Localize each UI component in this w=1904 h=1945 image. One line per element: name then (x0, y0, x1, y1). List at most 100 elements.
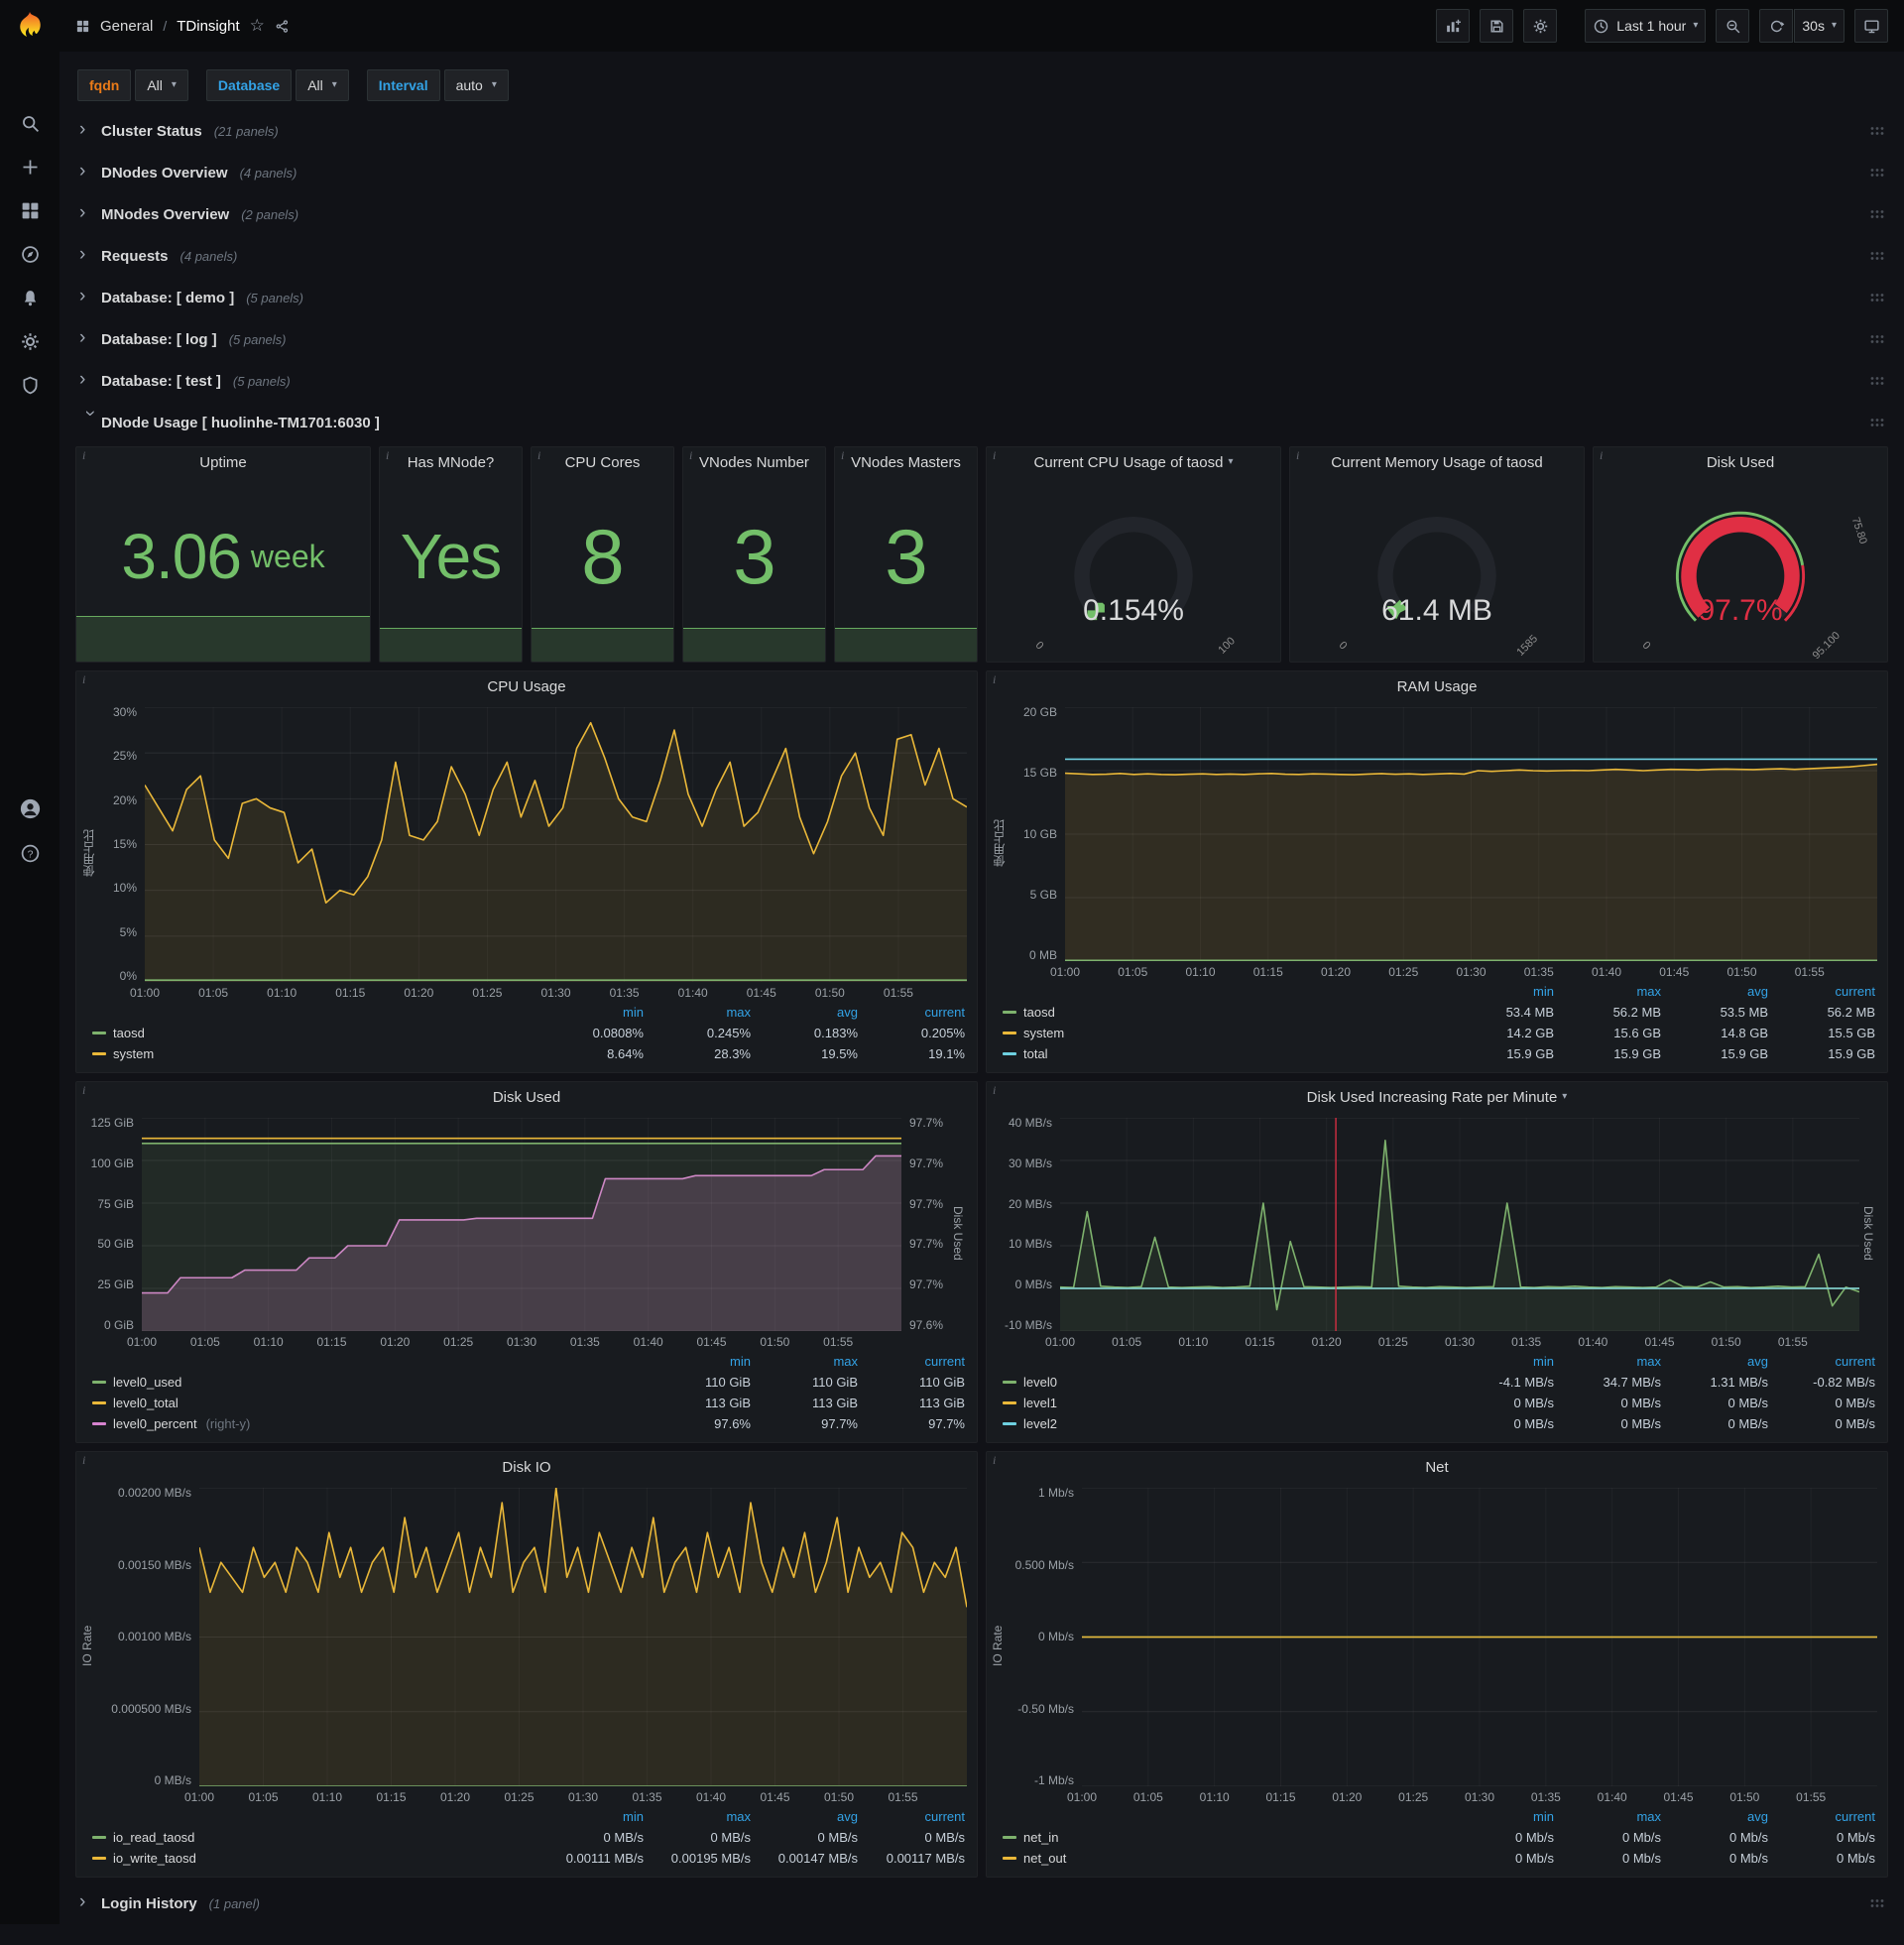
dashboard-settings-button[interactable] (1523, 9, 1558, 43)
drag-handle-icon[interactable] (1870, 168, 1884, 178)
panel-info-icon[interactable]: i (993, 1083, 996, 1098)
explore-compass-icon[interactable] (0, 234, 60, 274)
row-header-database-demo[interactable]: › Database: [ demo ] (5 panels) (75, 280, 1888, 315)
legend-series-level2[interactable]: level2 (1003, 1416, 1447, 1431)
row-header-cluster-status[interactable]: › Cluster Status (21 panels) (75, 113, 1888, 149)
legend-column-avg[interactable]: avg (1661, 1354, 1768, 1369)
row-header-login-history[interactable]: › Login History (1 panel) (75, 1885, 1888, 1921)
legend-series-level0-used[interactable]: level0_used (92, 1375, 644, 1390)
legend-series-level1[interactable]: level1 (1003, 1396, 1447, 1410)
legend-column-max[interactable]: max (644, 1809, 751, 1824)
legend-series-taosd[interactable]: taosd (92, 1026, 536, 1040)
legend-column-min[interactable]: min (1447, 1809, 1554, 1824)
legend-column-current[interactable]: current (858, 1005, 965, 1020)
legend-series-level0[interactable]: level0 (1003, 1375, 1447, 1390)
legend-column-max[interactable]: max (751, 1354, 858, 1369)
refresh-button[interactable] (1759, 9, 1794, 43)
panel-title[interactable]: CPU Cores (532, 447, 673, 477)
variable-value-fqdn[interactable]: All ▾ (135, 69, 188, 101)
legend-column-current[interactable]: current (1768, 1354, 1875, 1369)
row-header-mnodes-overview[interactable]: › MNodes Overview (2 panels) (75, 196, 1888, 232)
panel-info-icon[interactable]: i (386, 448, 389, 463)
drag-handle-icon[interactable] (1870, 293, 1884, 303)
legend-column-current[interactable]: current (1768, 984, 1875, 999)
user-avatar[interactable] (0, 789, 60, 828)
alerting-bell-icon[interactable] (0, 278, 60, 317)
panel-title[interactable]: Uptime (76, 447, 370, 477)
row-header-requests[interactable]: › Requests (4 panels) (75, 238, 1888, 274)
drag-handle-icon[interactable] (1870, 1898, 1884, 1908)
chart-plot[interactable] (142, 1118, 901, 1331)
row-header-database-test[interactable]: › Database: [ test ] (5 panels) (75, 363, 1888, 399)
cycle-view-mode-button[interactable] (1854, 9, 1888, 43)
chart-plot[interactable] (1060, 1118, 1859, 1331)
legend-column-min[interactable]: min (536, 1809, 644, 1824)
panel-title[interactable]: Disk Used Increasing Rate per Minute ▾ (987, 1082, 1887, 1112)
help-icon[interactable]: ? (0, 833, 60, 873)
panel-info-icon[interactable]: i (993, 672, 996, 687)
server-admin-shield-icon[interactable] (0, 365, 60, 405)
panel-title[interactable]: Has MNode? (380, 447, 522, 477)
save-dashboard-button[interactable] (1480, 9, 1514, 43)
refresh-interval-picker[interactable]: 30s ▾ (1794, 9, 1844, 43)
panel-info-icon[interactable]: i (993, 1453, 996, 1468)
legend-column-current[interactable]: current (1768, 1809, 1875, 1824)
configuration-gear-icon[interactable] (0, 321, 60, 361)
panel-title[interactable]: Net (987, 1452, 1887, 1482)
create-plus-icon[interactable] (0, 147, 60, 186)
panel-info-icon[interactable]: i (82, 1453, 85, 1468)
panel-info-icon[interactable]: i (82, 1083, 85, 1098)
legend-column-max[interactable]: max (1554, 1354, 1661, 1369)
row-header-dnodes-overview[interactable]: › DNodes Overview (4 panels) (75, 155, 1888, 190)
legend-column-min[interactable]: min (1447, 984, 1554, 999)
time-range-picker[interactable]: Last 1 hour ▾ (1585, 9, 1707, 43)
breadcrumb-folder[interactable]: General (100, 18, 153, 35)
panel-info-icon[interactable]: i (1600, 448, 1603, 463)
legend-column-avg[interactable]: avg (1661, 984, 1768, 999)
legend-column-min[interactable]: min (1447, 1354, 1554, 1369)
panel-title[interactable]: Disk IO (76, 1452, 977, 1482)
legend-series-system[interactable]: system (1003, 1026, 1447, 1040)
chart-plot[interactable] (1065, 707, 1877, 961)
legend-series-net-out[interactable]: net_out (1003, 1851, 1447, 1866)
panel-title[interactable]: CPU Usage (76, 671, 977, 701)
panel-info-icon[interactable]: i (1296, 448, 1299, 463)
legend-column-max[interactable]: max (644, 1005, 751, 1020)
legend-series-total[interactable]: total (1003, 1046, 1447, 1061)
panel-info-icon[interactable]: i (689, 448, 692, 463)
dashboards-icon[interactable] (0, 190, 60, 230)
legend-column-min[interactable]: min (536, 1005, 644, 1020)
panel-title[interactable]: RAM Usage (987, 671, 1887, 701)
star-icon[interactable]: ☆ (250, 16, 265, 36)
drag-handle-icon[interactable] (1870, 418, 1884, 427)
legend-column-current[interactable]: current (858, 1354, 965, 1369)
share-icon[interactable] (275, 19, 290, 34)
legend-series-system[interactable]: system (92, 1046, 536, 1061)
variable-value-database[interactable]: All ▾ (296, 69, 349, 101)
drag-handle-icon[interactable] (1870, 334, 1884, 344)
dashboard-title[interactable]: TDinsight (177, 18, 239, 35)
panel-info-icon[interactable]: i (537, 448, 540, 463)
panel-title[interactable]: Disk Used (1594, 447, 1887, 477)
chart-plot[interactable] (1082, 1488, 1877, 1786)
legend-series-level0-percent[interactable]: level0_percent (right-y) (92, 1416, 644, 1431)
drag-handle-icon[interactable] (1870, 251, 1884, 261)
panel-title[interactable]: Disk Used (76, 1082, 977, 1112)
panel-info-icon[interactable]: i (82, 448, 85, 463)
drag-handle-icon[interactable] (1870, 209, 1884, 219)
legend-column-current[interactable]: current (858, 1809, 965, 1824)
legend-series-net-in[interactable]: net_in (1003, 1830, 1447, 1845)
legend-series-io-read-taosd[interactable]: io_read_taosd (92, 1830, 536, 1845)
legend-column-avg[interactable]: avg (751, 1809, 858, 1824)
panel-info-icon[interactable]: i (993, 448, 996, 463)
legend-series-level0-total[interactable]: level0_total (92, 1396, 644, 1410)
drag-handle-icon[interactable] (1870, 376, 1884, 386)
panel-info-icon[interactable]: i (841, 448, 844, 463)
variable-value-interval[interactable]: auto ▾ (443, 69, 509, 101)
panel-title[interactable]: Current CPU Usage of taosd ▾ (987, 447, 1280, 477)
legend-column-avg[interactable]: avg (1661, 1809, 1768, 1824)
legend-series-taosd[interactable]: taosd (1003, 1005, 1447, 1020)
legend-column-min[interactable]: min (644, 1354, 751, 1369)
chart-plot[interactable] (199, 1488, 967, 1786)
drag-handle-icon[interactable] (1870, 126, 1884, 136)
